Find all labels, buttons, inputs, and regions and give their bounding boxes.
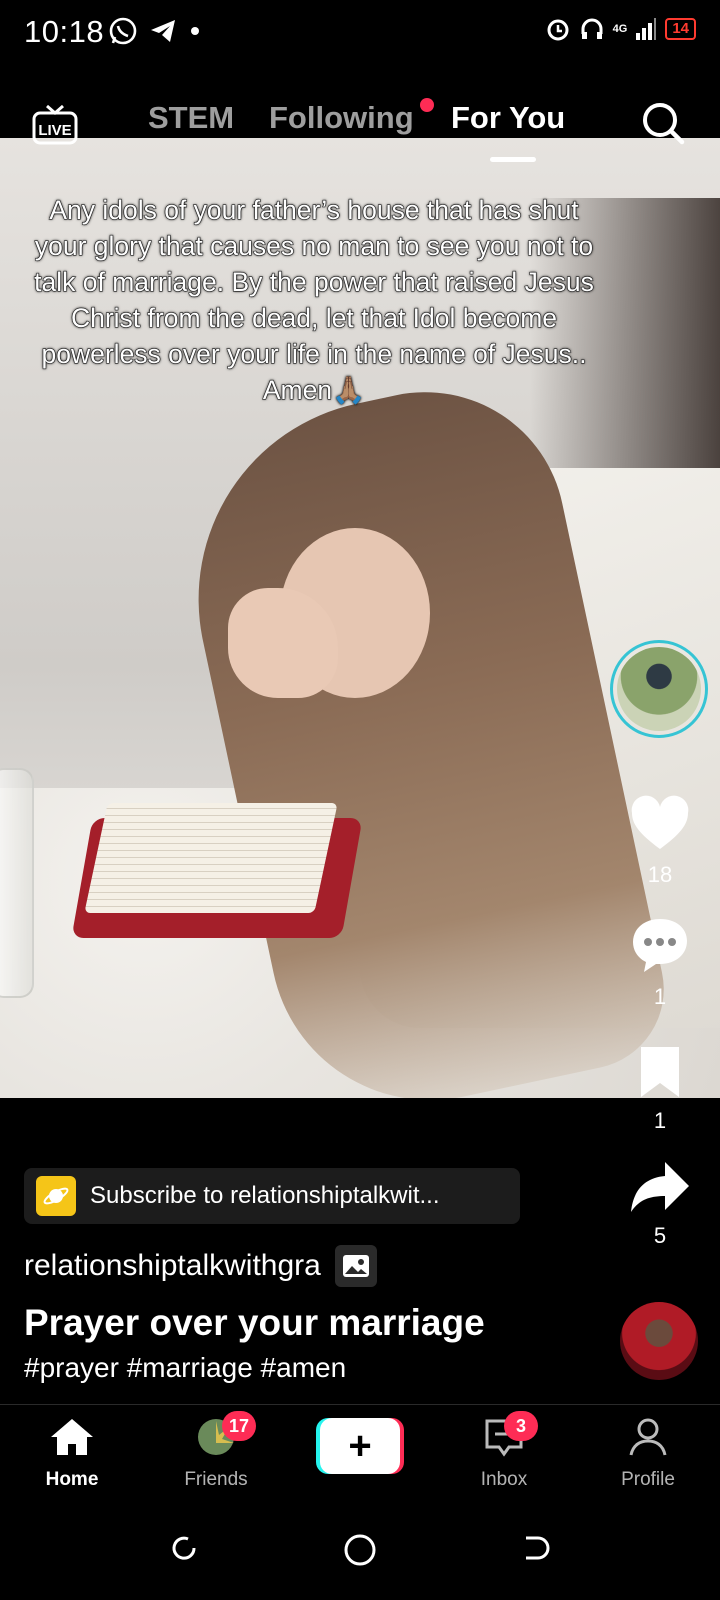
nav-friends-label: Friends <box>184 1469 248 1490</box>
nav-home-label: Home <box>45 1469 99 1490</box>
system-navigation <box>0 1500 720 1600</box>
creator-username[interactable]: relationshiptalkwithgra <box>24 1245 377 1287</box>
nav-home[interactable]: Home <box>12 1417 132 1491</box>
recent-apps-icon[interactable] <box>168 1532 200 1564</box>
nav-inbox[interactable]: Inbox 3 <box>444 1411 564 1491</box>
friends-badge: 17 <box>222 1411 257 1441</box>
share-count: 5 <box>653 1223 667 1248</box>
planet-icon <box>36 1176 76 1216</box>
plus-icon: + <box>320 1418 400 1474</box>
photo-post-icon <box>334 1245 377 1287</box>
search-button[interactable] <box>640 100 686 151</box>
tab-following[interactable]: Following <box>269 100 414 136</box>
search-icon <box>643 103 685 145</box>
active-tab-indicator <box>490 157 536 162</box>
nav-profile-label: Profile <box>621 1469 675 1490</box>
clock: 10:18 <box>24 14 105 49</box>
status-bar: 10:18 4G 14 <box>0 0 720 66</box>
username-text: relationshiptalkwithgra <box>24 1249 321 1282</box>
like-count: 18 <box>647 862 673 887</box>
nav-friends[interactable]: Friends 17 <box>156 1411 276 1491</box>
post-hashtags[interactable]: #prayer #marriage #amen <box>24 1352 346 1384</box>
notification-dot-icon <box>191 27 199 35</box>
avatar <box>617 647 701 731</box>
subscribe-banner[interactable]: Subscribe to relationshiptalkwit... <box>24 1168 520 1224</box>
live-tv-icon: LIVE <box>32 104 78 145</box>
create-post-button[interactable]: + <box>316 1418 404 1474</box>
following-notification-dot <box>420 98 434 112</box>
home-icon <box>51 1419 93 1455</box>
battery-level: 14 <box>665 18 696 40</box>
like-button[interactable]: 18 <box>622 795 698 888</box>
share-button[interactable]: 5 <box>622 1160 698 1249</box>
profile-icon <box>629 1418 667 1456</box>
network-type: 4G <box>612 23 628 35</box>
creator-avatar-ring[interactable] <box>610 640 708 738</box>
post-title: Prayer over your marriage <box>24 1302 485 1343</box>
post-caption-overlay: Any idols of your father’s house that ha… <box>34 194 595 405</box>
live-button[interactable]: LIVE <box>32 100 78 151</box>
back-icon[interactable] <box>520 1532 552 1564</box>
alarm-icon <box>547 19 569 41</box>
telegram-icon <box>151 20 175 42</box>
save-count: 1 <box>653 1108 667 1133</box>
headphones-icon <box>581 18 603 39</box>
comment-button[interactable]: 1 <box>622 915 698 1010</box>
live-label: LIVE <box>38 122 71 139</box>
music-creator-avatar[interactable] <box>620 1302 698 1380</box>
signal-icon <box>636 18 657 40</box>
comment-count: 1 <box>653 984 667 1009</box>
nav-profile[interactable]: Profile <box>588 1417 708 1491</box>
home-circle-icon[interactable] <box>342 1532 378 1568</box>
nav-inbox-label: Inbox <box>480 1469 528 1490</box>
tab-stem[interactable]: STEM <box>148 100 234 136</box>
inbox-badge: 3 <box>504 1411 538 1441</box>
whatsapp-icon <box>109 17 137 45</box>
comment-icon <box>633 919 687 972</box>
save-button[interactable]: 1 <box>622 1045 698 1134</box>
jar <box>0 768 34 998</box>
heart-icon <box>631 795 689 849</box>
tab-for-you[interactable]: For You <box>451 100 565 136</box>
subscribe-text: Subscribe to relationshiptalkwit... <box>90 1182 440 1209</box>
share-arrow-icon <box>631 1162 689 1212</box>
bookmark-icon <box>641 1047 679 1097</box>
